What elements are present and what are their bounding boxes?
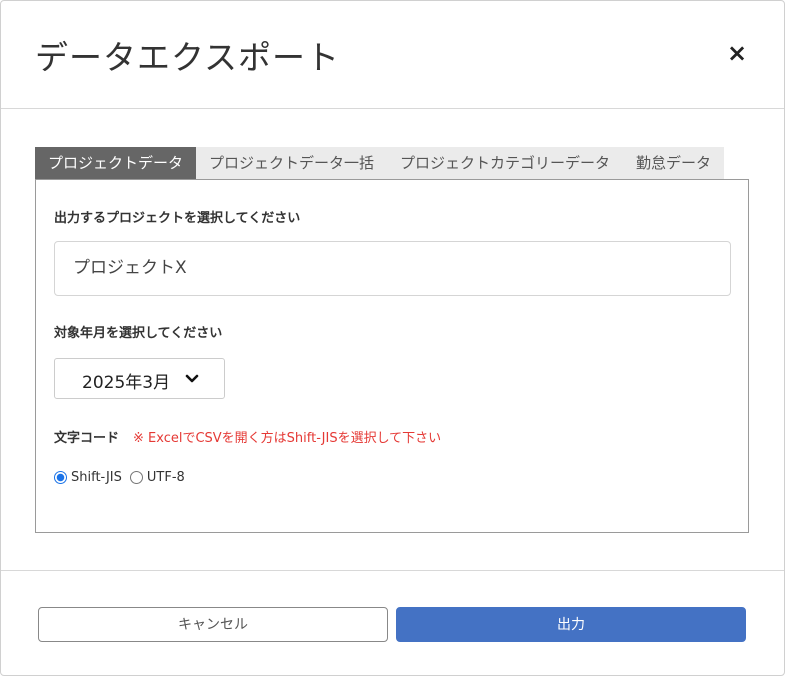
footer-divider [1,570,784,571]
tab-bar: プロジェクトデータ プロジェクトデータ一括 プロジェクトカテゴリーデータ 勤怠デ… [35,147,725,179]
shift-jis-radio-label[interactable]: Shift-JIS [71,470,122,485]
encoding-note: ※ ExcelでCSVを開く方はShift-JISを選択して下さい [133,431,442,446]
encoding-radio-group: Shift-JIS UTF-8 [54,470,185,485]
export-button[interactable]: 出力 [396,607,746,642]
month-select[interactable]: 2025年3月 [54,358,225,399]
tab-attendance-data[interactable]: 勤怠データ [623,147,725,179]
tab-project-data[interactable]: プロジェクトデータ [35,147,197,179]
dialog-header: データエクスポート × [1,1,784,109]
cancel-button[interactable]: キャンセル [38,607,388,642]
month-select-value: 2025年3月 [82,373,171,393]
shift-jis-radio[interactable] [54,471,67,484]
project-select[interactable]: プロジェクトX [54,241,731,296]
utf8-radio[interactable] [129,471,143,484]
tab-panel: 出力するプロジェクトを選択してください プロジェクトX 対象年月を選択してくださ… [35,179,749,533]
dialog-title: データエクスポート [35,38,341,77]
utf8-radio-label[interactable]: UTF-8 [147,470,185,485]
tab-project-category-data[interactable]: プロジェクトカテゴリーデータ [387,147,624,179]
chevron-down-icon [185,374,199,383]
month-select-label: 対象年月を選択してください [54,326,223,341]
tab-project-data-bulk[interactable]: プロジェクトデータ一括 [196,147,388,179]
export-dialog: データエクスポート × プロジェクトデータ プロジェクトデータ一括 プロジェクト… [0,0,785,676]
encoding-label: 文字コード [54,431,120,446]
close-icon[interactable]: × [723,39,751,67]
project-select-label: 出力するプロジェクトを選択してください [54,211,301,226]
